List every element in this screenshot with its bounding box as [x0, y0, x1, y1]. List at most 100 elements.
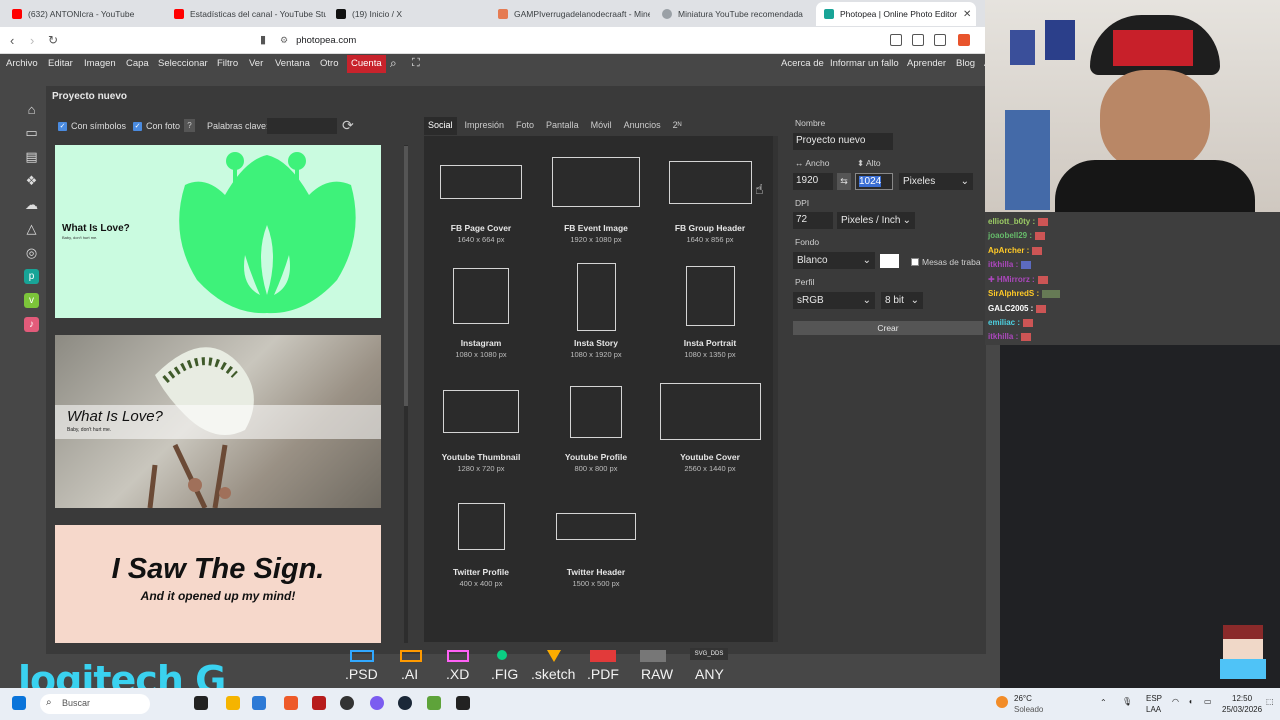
- gamepad-icon[interactable]: ◎: [24, 245, 39, 260]
- site-info-icon[interactable]: ⚙: [280, 35, 288, 46]
- microphone-icon[interactable]: 🎙: [1122, 697, 1132, 706]
- preset-thumb[interactable]: [686, 266, 735, 326]
- steam-icon[interactable]: [398, 696, 412, 710]
- browser-tab-youtube[interactable]: (632) ANTONIcra - YouTube: [4, 2, 164, 26]
- refresh-icon[interactable]: ⟳: [342, 117, 354, 134]
- share-icon[interactable]: [934, 34, 946, 46]
- brave-icon[interactable]: [284, 696, 298, 710]
- tab-movil[interactable]: Móvil: [587, 117, 616, 135]
- music-app-icon[interactable]: ♪: [24, 317, 39, 332]
- menu-seleccionar[interactable]: Seleccionar: [158, 58, 208, 69]
- drive-icon[interactable]: ▤: [24, 149, 39, 164]
- app-icon[interactable]: [312, 696, 326, 710]
- symbols-checkbox[interactable]: ✓ Con símbolos: [58, 121, 126, 131]
- back-icon[interactable]: ‹: [10, 33, 14, 48]
- reload-icon[interactable]: ↻: [48, 33, 58, 47]
- preset-thumb[interactable]: [440, 165, 522, 199]
- tab-power-of-two[interactable]: 2ᴺ: [669, 117, 686, 135]
- clock-time[interactable]: 12:50: [1232, 694, 1252, 703]
- menu-otro[interactable]: Otro: [320, 58, 338, 69]
- menu-learn[interactable]: Aprender: [907, 58, 946, 69]
- templates-scrollbar-thumb[interactable]: [404, 146, 408, 406]
- menu-ventana[interactable]: Ventana: [275, 58, 310, 69]
- tab-anuncios[interactable]: Anuncios: [620, 117, 665, 135]
- cast-icon[interactable]: [912, 34, 924, 46]
- brave-shield-icon[interactable]: [958, 34, 970, 46]
- cloud-icon[interactable]: ☁: [24, 197, 39, 212]
- swap-dimensions-button[interactable]: ⇆: [837, 173, 851, 190]
- preset-thumb[interactable]: [552, 157, 640, 207]
- bookmark-icon[interactable]: ▮: [260, 33, 266, 46]
- artboards-checkbox[interactable]: [911, 258, 919, 266]
- help-button[interactable]: ?: [184, 119, 195, 132]
- url-field[interactable]: ⚙ photopea.com: [280, 31, 970, 50]
- background-select[interactable]: Blanco ⌄: [793, 252, 875, 269]
- search-icon[interactable]: ⌕: [390, 56, 397, 71]
- browser-tab-minecraft[interactable]: GAMPIverrugadelanodecraaft - Mine: [490, 2, 650, 26]
- weather-temp[interactable]: 26°C: [1014, 694, 1032, 703]
- tab-foto[interactable]: Foto: [512, 117, 538, 135]
- preset-thumb[interactable]: [458, 503, 505, 550]
- task-view-icon[interactable]: [194, 696, 208, 710]
- preset-thumb[interactable]: [453, 268, 509, 324]
- home-icon[interactable]: ⌂: [24, 102, 39, 117]
- vectorpea-app-icon[interactable]: v: [24, 293, 39, 308]
- browser-tab-studio[interactable]: Estadísticas del canal - YouTube Stud: [166, 2, 326, 26]
- close-tab-icon[interactable]: ✕: [963, 9, 971, 20]
- dpi-unit-select[interactable]: Pixeles / Inch ⌄: [837, 212, 915, 229]
- chevron-up-icon[interactable]: ⌃: [1100, 698, 1107, 707]
- template-card-2[interactable]: What Is Love? Baby, don't hurt me.: [55, 335, 381, 508]
- background-color-swatch[interactable]: [880, 254, 899, 268]
- template-card-3[interactable]: I Saw The Sign. And it opened up my mind…: [55, 525, 381, 643]
- tab-icon[interactable]: [890, 34, 902, 46]
- create-button[interactable]: Crear: [793, 321, 983, 335]
- tab-social[interactable]: Social: [424, 117, 457, 135]
- menu-blog[interactable]: Blog: [956, 58, 975, 69]
- taskbar-search[interactable]: Buscar: [40, 694, 150, 714]
- browser-tab-x[interactable]: (19) Inicio / X: [328, 2, 488, 26]
- battery-icon[interactable]: ▭: [1204, 697, 1212, 706]
- preset-thumb[interactable]: [577, 263, 616, 331]
- volume-icon[interactable]: ◖: [1188, 697, 1193, 706]
- preset-thumb[interactable]: [570, 386, 622, 438]
- google-drive-icon[interactable]: △: [24, 221, 39, 236]
- tab-pantalla[interactable]: Pantalla: [542, 117, 583, 135]
- menu-report-bug[interactable]: Informar un fallo: [830, 58, 899, 69]
- width-input[interactable]: 1920: [793, 173, 833, 190]
- capcut-icon[interactable]: [456, 696, 470, 710]
- windows-start-icon[interactable]: [12, 696, 26, 710]
- photo-checkbox[interactable]: ✓ Con foto: [133, 121, 180, 131]
- photopea-app-icon[interactable]: p: [24, 269, 39, 284]
- template-card-1[interactable]: What Is Love? Baby, don't hurt me.: [55, 145, 381, 318]
- keywords-input[interactable]: [267, 118, 337, 134]
- account-button[interactable]: Cuenta: [347, 55, 386, 73]
- dropbox-icon[interactable]: ❖: [24, 173, 39, 188]
- fullscreen-icon[interactable]: ⛶: [412, 57, 420, 70]
- bit-depth-select[interactable]: 8 bit ⌄: [881, 292, 923, 309]
- browser-tab-photopea[interactable]: Photopea | Online Photo Editor ✕: [816, 2, 976, 26]
- menu-capa[interactable]: Capa: [126, 58, 149, 69]
- height-input[interactable]: 1024: [855, 173, 893, 190]
- wifi-icon[interactable]: ◠: [1172, 697, 1179, 706]
- name-input[interactable]: Proyecto nuevo: [793, 133, 893, 150]
- monitor-icon[interactable]: ▭: [24, 125, 39, 140]
- obs-icon[interactable]: [340, 696, 354, 710]
- preset-thumb[interactable]: [556, 513, 636, 540]
- discord-icon[interactable]: [370, 696, 384, 710]
- profile-select[interactable]: sRGB ⌄: [793, 292, 875, 309]
- menu-editar[interactable]: Editar: [48, 58, 73, 69]
- menu-imagen[interactable]: Imagen: [84, 58, 116, 69]
- minecraft-icon[interactable]: [427, 696, 441, 710]
- forward-icon[interactable]: ›: [30, 33, 34, 48]
- menu-filtro[interactable]: Filtro: [217, 58, 238, 69]
- unit-select[interactable]: Pixeles ⌄: [899, 173, 973, 190]
- preset-thumb[interactable]: [443, 390, 519, 433]
- dpi-input[interactable]: 72: [793, 212, 833, 229]
- preset-scrollbar[interactable]: [773, 136, 778, 642]
- store-icon[interactable]: [252, 696, 266, 710]
- tab-impresion[interactable]: Impresión: [461, 117, 509, 135]
- preset-thumb[interactable]: [669, 161, 752, 204]
- preset-thumb[interactable]: [660, 383, 761, 440]
- notification-icon[interactable]: ⬚: [1266, 697, 1274, 706]
- file-explorer-icon[interactable]: [226, 696, 240, 710]
